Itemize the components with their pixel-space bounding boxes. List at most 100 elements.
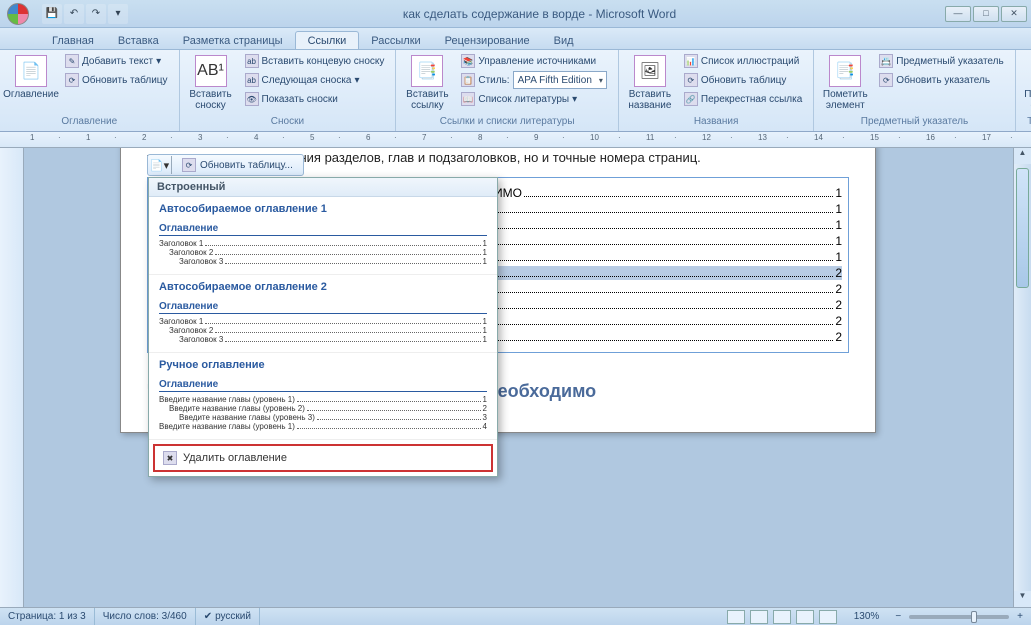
tab-home[interactable]: Главная bbox=[40, 32, 106, 49]
undo-button[interactable]: ↶ bbox=[64, 4, 84, 24]
gallery-preview: Оглавление Заголовок 11Заголовок 21Загол… bbox=[159, 299, 487, 346]
group-footnotes: AB¹ Вставить сноску abВставить концевую … bbox=[180, 50, 397, 131]
zoom-level[interactable]: 130% bbox=[846, 608, 888, 625]
toc-gallery-dropdown: Встроенный Автособираемое оглавление 1 О… bbox=[148, 177, 498, 477]
insert-endnote-button[interactable]: abВставить концевую сноску bbox=[240, 52, 390, 70]
window-title: как сделать содержание в ворде - Microso… bbox=[134, 7, 945, 21]
mark-citation-label: Пометить ссылку bbox=[1024, 89, 1031, 111]
toc-icon: 📄 bbox=[15, 55, 47, 87]
citation-style-combo[interactable]: APA Fifth Edition bbox=[513, 71, 607, 89]
view-draft-button[interactable] bbox=[819, 610, 837, 624]
minimize-button[interactable]: — bbox=[945, 6, 971, 22]
page: только актуальные названия разделов, гла… bbox=[120, 148, 876, 433]
view-web-button[interactable] bbox=[773, 610, 791, 624]
tab-insert[interactable]: Вставка bbox=[106, 32, 171, 49]
toc-update-button[interactable]: ⟳ Обновить таблицу... bbox=[172, 158, 303, 172]
update-figures-button[interactable]: ⟳Обновить таблицу bbox=[679, 71, 807, 89]
gallery-item-auto1[interactable]: Автособираемое оглавление 1 Оглавление З… bbox=[149, 197, 497, 275]
footnote-icon: AB¹ bbox=[195, 55, 227, 87]
zoom-out-button[interactable]: − bbox=[887, 608, 909, 625]
gallery-preview: Оглавление Заголовок 11Заголовок 21Загол… bbox=[159, 221, 487, 268]
mark-citation-button[interactable]: 📑 Пометить ссылку bbox=[1022, 52, 1031, 114]
group-captions: 🖼 Вставить название 📊Список иллюстраций … bbox=[619, 50, 814, 131]
table-of-figures-button[interactable]: 📊Список иллюстраций bbox=[679, 52, 807, 70]
status-language[interactable]: ✔русский bbox=[196, 608, 260, 625]
manage-sources-button[interactable]: 📚Управление источниками bbox=[456, 52, 612, 70]
office-button[interactable] bbox=[0, 0, 36, 28]
status-page[interactable]: Страница: 1 из 3 bbox=[0, 608, 95, 625]
preview-heading: Оглавление bbox=[159, 223, 487, 236]
insert-caption-label: Вставить название bbox=[628, 89, 672, 111]
gallery-item-title: Автособираемое оглавление 1 bbox=[159, 203, 487, 215]
zoom-in-button[interactable]: + bbox=[1009, 608, 1031, 625]
insert-endnote-label: Вставить концевую сноску bbox=[262, 56, 385, 67]
maximize-button[interactable]: □ bbox=[973, 6, 999, 22]
delete-toc-label: Удалить оглавление bbox=[183, 452, 287, 464]
tab-view[interactable]: Вид bbox=[542, 32, 586, 49]
gallery-item-title: Автособираемое оглавление 2 bbox=[159, 281, 487, 293]
group-index-label: Предметный указатель bbox=[820, 115, 1008, 129]
refresh-icon: ⟳ bbox=[684, 73, 698, 87]
view-print-layout-button[interactable] bbox=[727, 610, 745, 624]
tab-references[interactable]: Ссылки bbox=[295, 31, 360, 49]
mark-entry-button[interactable]: 📑 Пометить элемент bbox=[820, 52, 870, 114]
view-buttons bbox=[718, 608, 846, 625]
horizontal-ruler[interactable]: 1·1·2·3·4·5·6·7·8·9·10·11·12·13·14·15·16… bbox=[0, 132, 1031, 148]
next-footnote-button[interactable]: abСледующая сноска ▾ bbox=[240, 71, 390, 89]
refresh-icon: ⟳ bbox=[65, 73, 79, 87]
gallery-item-auto2[interactable]: Автособираемое оглавление 2 Оглавление З… bbox=[149, 275, 497, 353]
tab-layout[interactable]: Разметка страницы bbox=[171, 32, 295, 49]
group-toc: 📄 Оглавление ✎Добавить текст ▾ ⟳Обновить… bbox=[0, 50, 180, 131]
quick-access-toolbar: 💾 ↶ ↷ ▾ bbox=[36, 4, 134, 24]
tab-mailings[interactable]: Рассылки bbox=[359, 32, 432, 49]
scroll-down-icon[interactable]: ▼ bbox=[1014, 591, 1031, 607]
add-text-button[interactable]: ✎Добавить текст ▾ bbox=[60, 52, 173, 70]
insert-citation-button[interactable]: 📑 Вставить ссылку bbox=[402, 52, 452, 114]
toc-button-label: Оглавление bbox=[3, 89, 59, 100]
bibliography-button[interactable]: 📖Список литературы ▾ bbox=[456, 90, 612, 108]
refresh-icon: ⟳ bbox=[182, 158, 196, 172]
delete-toc-button[interactable]: ✖ Удалить оглавление bbox=[153, 444, 493, 472]
zoom-slider[interactable] bbox=[909, 615, 1009, 619]
cross-reference-button[interactable]: 🔗Перекрестная ссылка bbox=[679, 90, 807, 108]
document-area[interactable]: только актуальные названия разделов, гла… bbox=[24, 148, 1013, 607]
zoom-slider-knob[interactable] bbox=[971, 611, 977, 623]
scrollbar-thumb[interactable] bbox=[1016, 168, 1029, 288]
show-footnotes-icon: 👁 bbox=[245, 92, 259, 106]
close-button[interactable]: ✕ bbox=[1001, 6, 1027, 22]
view-fullscreen-button[interactable] bbox=[750, 610, 768, 624]
scroll-up-icon[interactable]: ▲ bbox=[1014, 148, 1031, 164]
table-of-figures-label: Список иллюстраций bbox=[701, 56, 799, 67]
redo-button[interactable]: ↷ bbox=[86, 4, 106, 24]
insert-index-button[interactable]: 📇Предметный указатель bbox=[874, 52, 1008, 70]
show-footnotes-button[interactable]: 👁Показать сноски bbox=[240, 90, 390, 108]
toc-button[interactable]: 📄 Оглавление bbox=[6, 52, 56, 103]
tab-review[interactable]: Рецензирование bbox=[433, 32, 542, 49]
group-citations-label: Ссылки и списки литературы bbox=[402, 115, 612, 129]
insert-index-label: Предметный указатель bbox=[896, 56, 1003, 67]
toc-content-control[interactable]: 📄▾ ⟳Обновить таблицу... Встроенный Автос… bbox=[147, 177, 849, 353]
vertical-scrollbar[interactable]: ▲ ▼ bbox=[1013, 148, 1031, 607]
insert-footnote-button[interactable]: AB¹ Вставить сноску bbox=[186, 52, 236, 114]
update-table-button[interactable]: ⟳Обновить таблицу bbox=[60, 71, 173, 89]
update-index-button[interactable]: ⟳Обновить указатель bbox=[874, 71, 1008, 89]
next-footnote-label: Следующая сноска bbox=[262, 75, 352, 86]
gallery-item-manual[interactable]: Ручное оглавление Оглавление Введите наз… bbox=[149, 353, 497, 440]
preview-heading: Оглавление bbox=[159, 301, 487, 314]
gallery-header: Встроенный bbox=[149, 178, 497, 197]
insert-caption-button[interactable]: 🖼 Вставить название bbox=[625, 52, 675, 114]
save-button[interactable]: 💾 bbox=[42, 4, 62, 24]
qat-customize-icon[interactable]: ▾ bbox=[108, 4, 128, 24]
status-bar: Страница: 1 из 3 Число слов: 3/460 ✔русс… bbox=[0, 607, 1031, 625]
crossref-icon: 🔗 bbox=[684, 92, 698, 106]
vertical-ruler[interactable] bbox=[0, 148, 24, 607]
mark-entry-label: Пометить элемент bbox=[823, 89, 868, 111]
toc-menu-chip[interactable]: 📄▾ bbox=[148, 156, 172, 174]
show-footnotes-label: Показать сноски bbox=[262, 94, 338, 105]
view-outline-button[interactable] bbox=[796, 610, 814, 624]
group-authorities: 📑 Пометить ссылку Таблица ссылок bbox=[1016, 50, 1031, 131]
toc-update-label: Обновить таблицу... bbox=[200, 160, 293, 171]
workspace: ⌐ 1·1·2·3·4·5·6·7·8·9·10·11·12·13·14·15·… bbox=[0, 132, 1031, 607]
add-text-label: Добавить текст bbox=[82, 56, 153, 67]
status-words[interactable]: Число слов: 3/460 bbox=[95, 608, 196, 625]
